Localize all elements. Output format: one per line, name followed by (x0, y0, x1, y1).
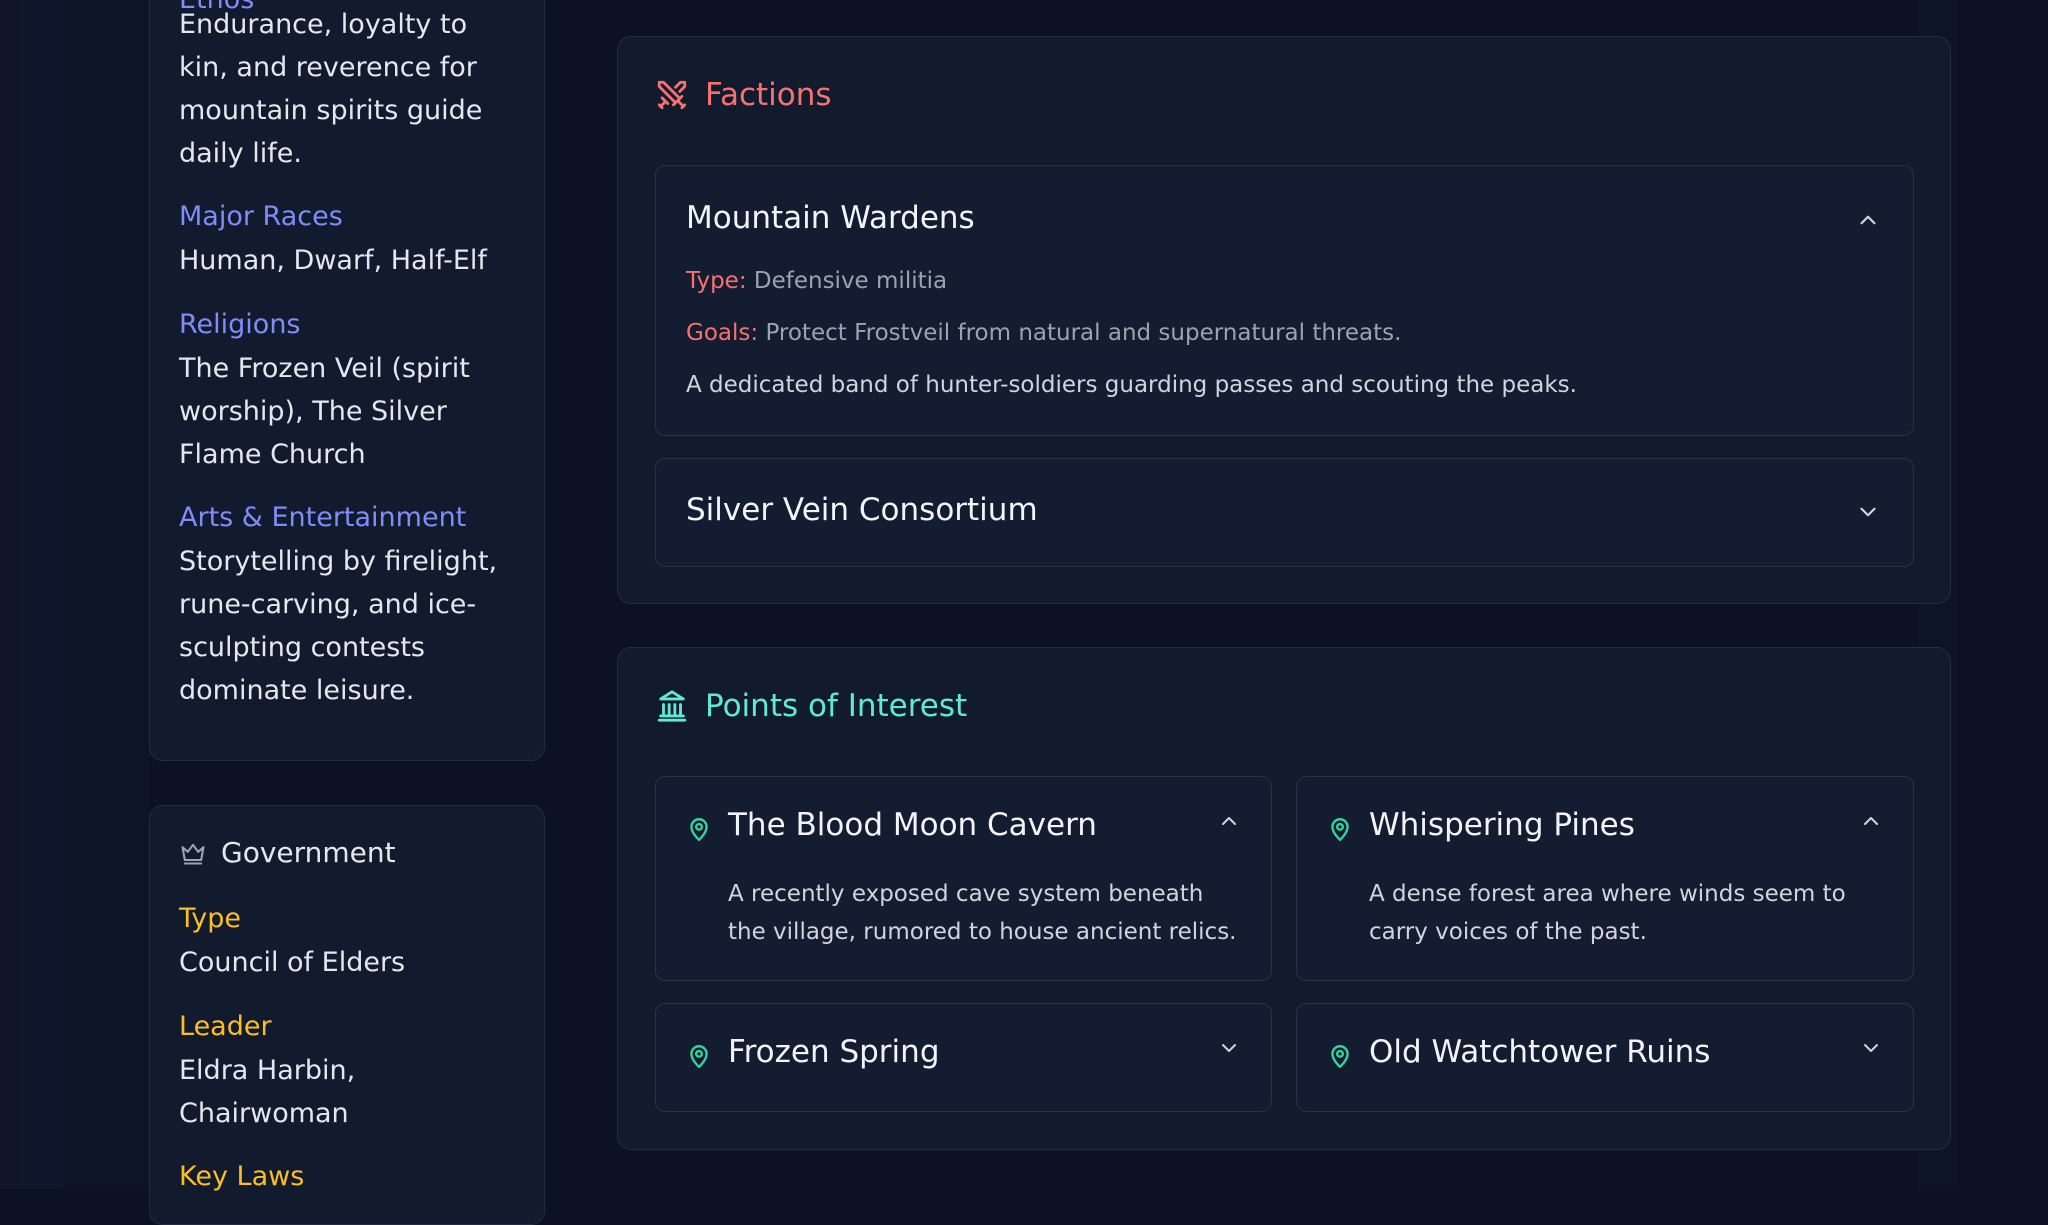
poi-name: Whispering Pines (1369, 807, 1635, 843)
chevron-down-icon[interactable] (1217, 1036, 1241, 1060)
crossed-swords-icon (657, 80, 687, 110)
gov-type-value: Council of Elders (179, 947, 406, 978)
map-pin-icon (690, 818, 708, 842)
poi-header: Points of Interest (655, 688, 967, 724)
chevron-up-icon[interactable] (1855, 207, 1881, 233)
faction-accordion-silver-vein[interactable]: Silver Vein Consortium (655, 458, 1914, 567)
factions-header: Factions (655, 77, 832, 113)
ethos-value: Endurance, loyalty to kin, and reverence… (179, 9, 483, 169)
faction-goals-value: Protect Frostveil from natural and super… (765, 320, 1402, 346)
poi-name: The Blood Moon Cavern (728, 807, 1097, 843)
poi-blood-moon-cavern[interactable]: The Blood Moon Cavern A recently exposed… (655, 776, 1272, 981)
poi-card: Points of Interest The Blood Moon Cavern… (617, 647, 1951, 1150)
poi-title: Points of Interest (705, 688, 968, 724)
faction-accordion-mountain-wardens[interactable]: Mountain Wardens Type: Defensive militia… (655, 165, 1914, 436)
faction-type: Type: Defensive militia (686, 268, 947, 294)
faction-type-label: Type: (686, 268, 747, 294)
chevron-down-icon[interactable] (1859, 1036, 1883, 1060)
factions-card: Factions Mountain Wardens Type: Defensiv… (617, 36, 1951, 604)
chevron-down-icon[interactable] (1855, 499, 1881, 525)
poi-name: Frozen Spring (728, 1034, 940, 1070)
culture-card: Ethos Endurance, loyalty to kin, and rev… (149, 0, 545, 761)
background-strip (1958, 0, 2048, 1189)
crown-icon (181, 843, 205, 865)
poi-frozen-spring[interactable]: Frozen Spring (655, 1003, 1272, 1112)
faction-goals-label: Goals: (686, 320, 759, 346)
faction-goals: Goals: Protect Frostveil from natural an… (686, 320, 1401, 346)
poi-old-watchtower-ruins[interactable]: Old Watchtower Ruins (1296, 1003, 1914, 1112)
chevron-up-icon[interactable] (1859, 809, 1883, 833)
gov-leader-label: Leader (179, 1011, 272, 1042)
races-label: Major Races (179, 201, 343, 232)
map-pin-icon (1331, 818, 1349, 842)
background-strip (20, 0, 63, 1189)
faction-type-value: Defensive militia (753, 268, 948, 294)
gov-leader-value: Eldra Harbin, Chairwoman (179, 1055, 356, 1129)
religions-value: The Frozen Veil (spirit worship), The Si… (179, 353, 470, 470)
government-title: Government (221, 836, 396, 869)
religions-label: Religions (179, 309, 301, 340)
background-strip (0, 0, 20, 1189)
poi-description: A dense forest area where winds seem to … (1369, 881, 1846, 945)
poi-whispering-pines[interactable]: Whispering Pines A dense forest area whe… (1296, 776, 1914, 981)
government-card: Government Type Council of Elders Leader… (149, 805, 545, 1225)
map-pin-icon (1331, 1045, 1349, 1069)
poi-description: A recently exposed cave system beneath t… (728, 881, 1237, 945)
faction-description: A dedicated band of hunter-soldiers guar… (686, 372, 1577, 398)
government-header: Government (179, 836, 396, 869)
landmark-icon (657, 690, 687, 722)
background-strip (63, 0, 149, 1189)
arts-label: Arts & Entertainment (179, 502, 467, 533)
map-pin-icon (690, 1045, 708, 1069)
faction-name: Mountain Wardens (686, 200, 975, 236)
factions-title: Factions (705, 77, 832, 113)
arts-value: Storytelling by firelight, rune-carving,… (179, 546, 498, 706)
poi-name: Old Watchtower Ruins (1369, 1034, 1711, 1070)
faction-name: Silver Vein Consortium (686, 492, 1038, 528)
chevron-up-icon[interactable] (1217, 809, 1241, 833)
races-value: Human, Dwarf, Half-Elf (179, 245, 487, 276)
gov-type-label: Type (179, 903, 242, 934)
